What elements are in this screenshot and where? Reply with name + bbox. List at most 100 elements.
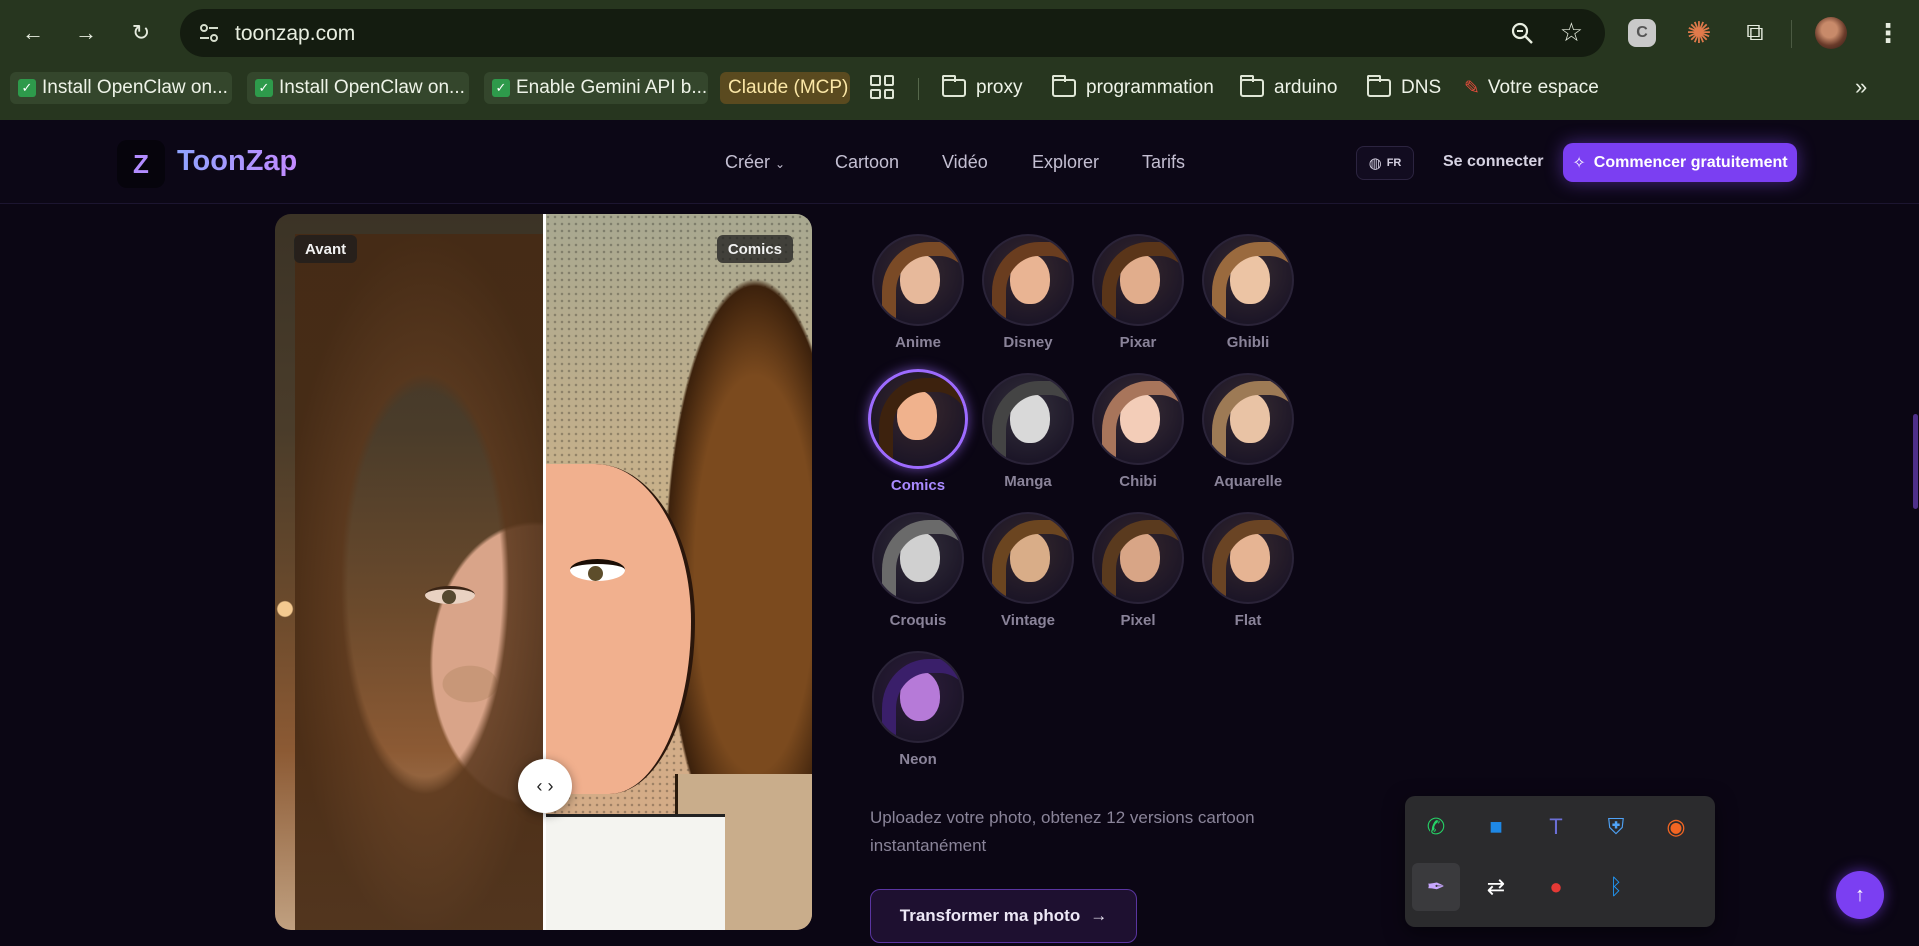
claude-extension-icon[interactable]: ✺ bbox=[1682, 16, 1716, 50]
style-option-pixar[interactable]: Pixar bbox=[1083, 234, 1193, 351]
url-text[interactable]: toonzap.com bbox=[235, 22, 355, 46]
updater-icon[interactable]: ● bbox=[1532, 863, 1580, 911]
style-thumbnail bbox=[868, 369, 968, 469]
style-label: Croquis bbox=[889, 612, 947, 629]
bookmark-item[interactable]: Claude (MCP) bbox=[720, 72, 850, 104]
bookmark-item[interactable]: ✓ Install OpenClaw on... bbox=[10, 72, 232, 104]
style-option-flat[interactable]: Flat bbox=[1193, 512, 1303, 629]
extensions-puzzle-icon[interactable]: ⧉ bbox=[1738, 16, 1772, 50]
style-label: Pixar bbox=[1119, 334, 1157, 351]
before-hair bbox=[295, 234, 545, 930]
cta-label: Commencer gratuitement bbox=[1593, 153, 1788, 171]
bookmark-label: Votre espace bbox=[1487, 77, 1599, 98]
style-option-croquis[interactable]: Croquis bbox=[863, 512, 973, 629]
system-tray-popup: ✆ ■ T ⛨ ◉ ✒ ⇄ ● ᛒ bbox=[1405, 796, 1715, 927]
teams-icon[interactable]: T bbox=[1532, 803, 1580, 851]
feather-icon[interactable]: ✒ bbox=[1412, 863, 1460, 911]
arrow-up-icon: ↑ bbox=[1855, 883, 1865, 906]
nav-creer[interactable]: Créer ⌄ bbox=[725, 152, 785, 173]
bookmark-label: programmation bbox=[1086, 77, 1214, 98]
extension-c-icon[interactable]: C bbox=[1628, 19, 1656, 47]
bookmark-folder[interactable]: programmation bbox=[1044, 72, 1222, 104]
before-label: Avant bbox=[294, 235, 358, 263]
nav-explorer[interactable]: Explorer bbox=[1032, 152, 1099, 173]
nav-tarifs[interactable]: Tarifs bbox=[1142, 152, 1185, 173]
language-button[interactable]: ◍ FR bbox=[1356, 146, 1414, 180]
style-option-ghibli[interactable]: Ghibli bbox=[1193, 234, 1303, 351]
teamviewer-icon[interactable]: ⇄ bbox=[1472, 863, 1520, 911]
style-option-manga[interactable]: Manga bbox=[973, 373, 1083, 490]
brand-name[interactable]: ToonZap bbox=[177, 145, 297, 178]
bookmark-label: arduino bbox=[1274, 77, 1338, 98]
style-option-vintage[interactable]: Vintage bbox=[973, 512, 1083, 629]
chevron-down-icon: ⌄ bbox=[775, 157, 786, 171]
style-option-pixel[interactable]: Pixel bbox=[1083, 512, 1193, 629]
bluetooth-icon[interactable]: ᛒ bbox=[1592, 863, 1640, 911]
style-option-disney[interactable]: Disney bbox=[973, 234, 1083, 351]
style-option-anime[interactable]: Anime bbox=[863, 234, 973, 351]
reload-button[interactable]: ↻ bbox=[122, 14, 160, 52]
pen-favicon-icon: ✎ bbox=[1464, 77, 1480, 99]
logo-mark: Z bbox=[133, 148, 149, 179]
more-bookmarks-icon[interactable]: » bbox=[1855, 74, 1867, 100]
forward-button[interactable]: → bbox=[67, 14, 105, 52]
bookmark-item[interactable]: ✓ Enable Gemini API b... bbox=[484, 72, 708, 104]
style-option-chibi[interactable]: Chibi bbox=[1083, 373, 1193, 490]
arrow-left-icon: ← bbox=[22, 20, 44, 45]
avast-icon[interactable]: ◉ bbox=[1652, 803, 1700, 851]
bookmark-star-icon[interactable]: ☆ bbox=[1560, 18, 1583, 46]
browser-menu-icon[interactable]: ⋮ bbox=[1871, 16, 1905, 50]
style-label: Comics bbox=[890, 477, 946, 494]
slider-handle[interactable]: ‹ › bbox=[518, 759, 572, 813]
style-label: Anime bbox=[895, 334, 941, 351]
folder-icon bbox=[1367, 75, 1391, 97]
bookmark-label: DNS bbox=[1401, 77, 1442, 98]
bookmark-label: Claude (MCP) bbox=[728, 77, 849, 98]
style-thumbnail bbox=[872, 651, 964, 743]
site-header: Z ToonZap Créer ⌄ Cartoon Vidéo Explorer… bbox=[0, 120, 1919, 204]
bookmark-folder[interactable]: DNS bbox=[1359, 72, 1449, 104]
style-label: Pixel bbox=[1120, 612, 1156, 629]
style-option-aquarelle[interactable]: Aquarelle bbox=[1193, 373, 1303, 490]
style-thumbnail bbox=[1202, 512, 1294, 604]
bookmark-folder[interactable]: arduino bbox=[1232, 72, 1345, 104]
nav-video[interactable]: Vidéo bbox=[942, 152, 988, 173]
scrollbar-thumb[interactable] bbox=[1913, 414, 1918, 509]
style-label: Flat bbox=[1234, 612, 1262, 629]
zoom-icon[interactable] bbox=[1509, 20, 1535, 46]
start-free-button[interactable]: ✧ Commencer gratuitement bbox=[1563, 143, 1797, 182]
nav-label: Créer bbox=[725, 152, 771, 172]
after-shirt bbox=[545, 814, 725, 930]
logo-icon[interactable]: Z bbox=[117, 140, 165, 188]
style-thumbnail bbox=[1202, 234, 1294, 326]
nav-cartoon[interactable]: Cartoon bbox=[835, 152, 899, 173]
bookmark-label: proxy bbox=[976, 77, 1023, 98]
style-label: Neon bbox=[899, 751, 937, 768]
toolbar-divider bbox=[1791, 20, 1792, 48]
security-warning-icon[interactable]: ⛨ bbox=[1592, 803, 1640, 851]
bookmarks-bar: ✓ Install OpenClaw on... ✓ Install OpenCla… bbox=[0, 69, 1919, 109]
style-option-comics[interactable]: Comics bbox=[863, 369, 973, 494]
app-blue-icon[interactable]: ■ bbox=[1472, 803, 1520, 851]
folder-icon bbox=[1052, 75, 1076, 97]
style-label: Aquarelle bbox=[1213, 473, 1283, 490]
site-settings-icon[interactable] bbox=[198, 22, 220, 44]
style-option-neon[interactable]: Neon bbox=[863, 651, 973, 768]
apps-grid-icon[interactable] bbox=[870, 75, 894, 99]
bookmark-item[interactable]: ✎ Votre espace bbox=[1456, 72, 1607, 104]
profile-avatar[interactable] bbox=[1815, 17, 1847, 49]
scroll-to-top-button[interactable]: ↑ bbox=[1836, 871, 1884, 919]
address-bar[interactable]: toonzap.com ☆ bbox=[180, 9, 1605, 57]
whatsapp-icon[interactable]: ✆ bbox=[1412, 803, 1460, 851]
transform-photo-button[interactable]: Transformer ma photo → bbox=[870, 889, 1137, 943]
before-after-slider[interactable]: ‹ › Avant Comics bbox=[275, 214, 812, 930]
bookmark-folder[interactable]: proxy bbox=[934, 72, 1030, 104]
slider-divider[interactable] bbox=[543, 214, 546, 930]
folder-icon bbox=[942, 75, 966, 97]
reload-icon: ↻ bbox=[131, 20, 151, 45]
login-link[interactable]: Se connecter bbox=[1443, 153, 1543, 171]
folder-icon bbox=[1240, 75, 1264, 97]
checkbox-icon: ✓ bbox=[18, 79, 36, 97]
bookmark-item[interactable]: ✓ Install OpenClaw on... bbox=[247, 72, 469, 104]
back-button[interactable]: ← bbox=[14, 14, 52, 52]
